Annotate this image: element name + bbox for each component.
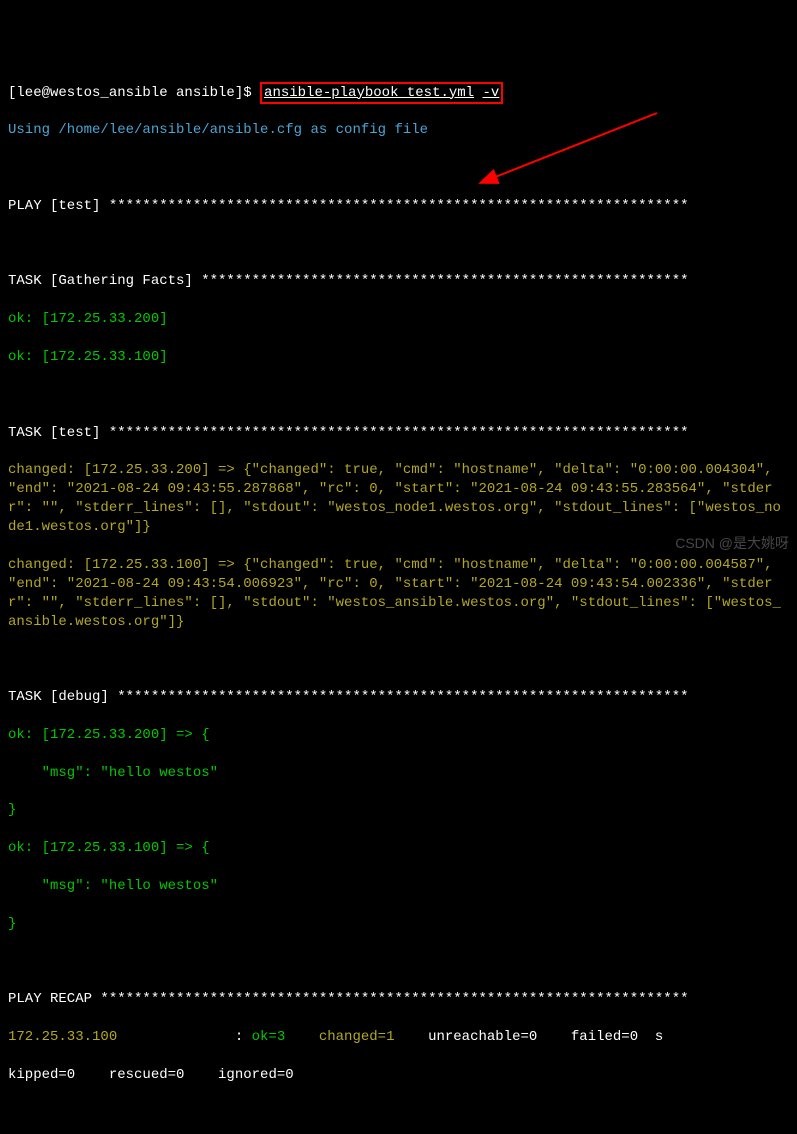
recap-line-2: kipped=0 rescued=0 ignored=0 [8, 1066, 789, 1085]
command-base: ansible-playbook test.yml [264, 85, 474, 101]
task-test-changed-2: changed: [172.25.33.100] => {"changed": … [8, 556, 789, 632]
gathering-ok-2: ok: [172.25.33.100] [8, 348, 789, 367]
task-test-changed-1: changed: [172.25.33.200] => {"changed": … [8, 461, 789, 537]
play-header: PLAY [test] ****************************… [8, 197, 789, 216]
highlight-box: ansible-playbook test.yml -v [260, 82, 503, 105]
command-flag: -v [483, 85, 500, 101]
config-file-line: Using /home/lee/ansible/ansible.cfg as c… [8, 121, 789, 140]
debug-ok2-l1: ok: [172.25.33.100] => { [8, 839, 789, 858]
recap-sep: : [117, 1029, 251, 1045]
task-debug-header: TASK [debug] ***************************… [8, 688, 789, 707]
debug-ok2-l3: } [8, 915, 789, 934]
recap-line-1: 172.25.33.100 : ok=3 changed=1 unreachab… [8, 1028, 789, 1047]
debug-ok1-l1: ok: [172.25.33.200] => { [8, 726, 789, 745]
debug-ok1-l3: } [8, 801, 789, 820]
shell-prompt: [lee@westos_ansible ansible]$ [8, 84, 252, 103]
debug-ok1-l2: "msg": "hello westos" [8, 764, 789, 783]
recap-ok: ok=3 [252, 1029, 311, 1045]
recap-host: 172.25.33.100 [8, 1029, 117, 1045]
watermark: CSDN @是大姚呀 [675, 534, 789, 553]
recap-rest: unreachable=0 failed=0 s [420, 1029, 664, 1045]
play-recap-header: PLAY RECAP *****************************… [8, 990, 789, 1009]
shell-prompt-line: [lee@westos_ansible ansible]$ ansible-pl… [8, 84, 789, 103]
recap-changed: changed=1 [310, 1029, 419, 1045]
gathering-facts-header: TASK [Gathering Facts] *****************… [8, 272, 789, 291]
debug-ok2-l2: "msg": "hello westos" [8, 877, 789, 896]
task-test-header: TASK [test] ****************************… [8, 424, 789, 443]
gathering-ok-1: ok: [172.25.33.200] [8, 310, 789, 329]
